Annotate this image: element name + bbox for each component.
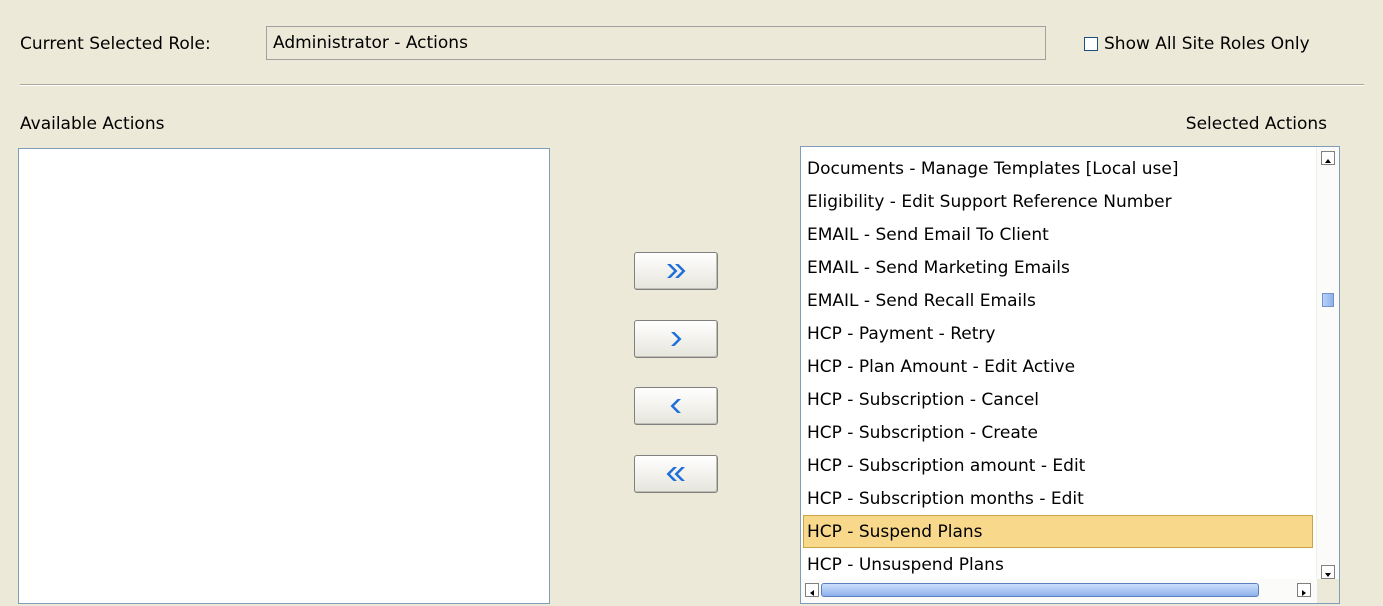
scroll-up-arrow[interactable] xyxy=(1321,151,1335,165)
current-role-field: Administrator - Actions xyxy=(266,26,1046,60)
list-item[interactable]: HCP - Unsuspend Plans xyxy=(803,548,1313,581)
list-item[interactable]: EMAIL - Send Marketing Emails xyxy=(803,251,1313,284)
move-left-button[interactable] xyxy=(634,387,718,425)
available-actions-label: Available Actions xyxy=(20,114,165,134)
list-item[interactable]: EMAIL - Send Email To Client xyxy=(803,218,1313,251)
available-actions-list[interactable] xyxy=(18,148,550,604)
list-item[interactable]: HCP - Suspend Plans xyxy=(803,515,1313,548)
show-all-site-roles-toggle[interactable]: Show All Site Roles Only xyxy=(1084,34,1310,54)
list-item[interactable]: HCP - Subscription - Create xyxy=(803,416,1313,449)
list-item[interactable]: HCP - Plan Amount - Edit Active xyxy=(803,350,1313,383)
move-all-left-button[interactable] xyxy=(634,455,718,493)
scroll-left-arrow[interactable] xyxy=(805,583,819,597)
chevron-right-icon xyxy=(671,332,682,346)
list-item[interactable]: Documents - Manage Templates [Local use] xyxy=(803,152,1313,185)
list-item[interactable]: HCP - Subscription amount - Edit xyxy=(803,449,1313,482)
chevron-left-icon xyxy=(670,399,681,413)
list-item[interactable]: Eligibility - Edit Support Reference Num… xyxy=(803,185,1313,218)
caret-up-icon xyxy=(1325,159,1331,163)
horizontal-scroll-thumb[interactable] xyxy=(821,583,1259,597)
current-role-label: Current Selected Role: xyxy=(20,34,211,54)
scroll-right-arrow[interactable] xyxy=(1297,583,1311,597)
selected-actions-label: Selected Actions xyxy=(1185,114,1327,134)
horizontal-scrollbar[interactable] xyxy=(801,579,1317,603)
show-all-site-roles-label: Show All Site Roles Only xyxy=(1104,34,1310,54)
move-right-button[interactable] xyxy=(634,320,718,358)
list-item[interactable]: HCP - Payment - Retry xyxy=(803,317,1313,350)
double-chevron-left-icon xyxy=(666,467,685,481)
selected-actions-list[interactable]: Documents - Manage Templates [Local use]… xyxy=(800,146,1340,604)
scrollbar-corner xyxy=(1317,579,1339,603)
show-all-site-roles-checkbox[interactable] xyxy=(1084,37,1098,51)
vertical-scroll-thumb[interactable] xyxy=(1322,293,1334,307)
caret-left-icon xyxy=(810,590,814,596)
list-item[interactable]: HCP - Subscription months - Edit xyxy=(803,482,1313,515)
double-chevron-right-icon xyxy=(667,264,686,278)
scroll-down-arrow[interactable] xyxy=(1321,565,1335,579)
list-item[interactable]: HCP - Subscription - Cancel xyxy=(803,383,1313,416)
list-item[interactable]: EMAIL - Send Recall Emails xyxy=(803,284,1313,317)
divider xyxy=(20,84,1364,86)
vertical-scrollbar[interactable] xyxy=(1316,147,1339,579)
move-all-right-button[interactable] xyxy=(634,252,718,290)
caret-right-icon xyxy=(1302,590,1306,596)
